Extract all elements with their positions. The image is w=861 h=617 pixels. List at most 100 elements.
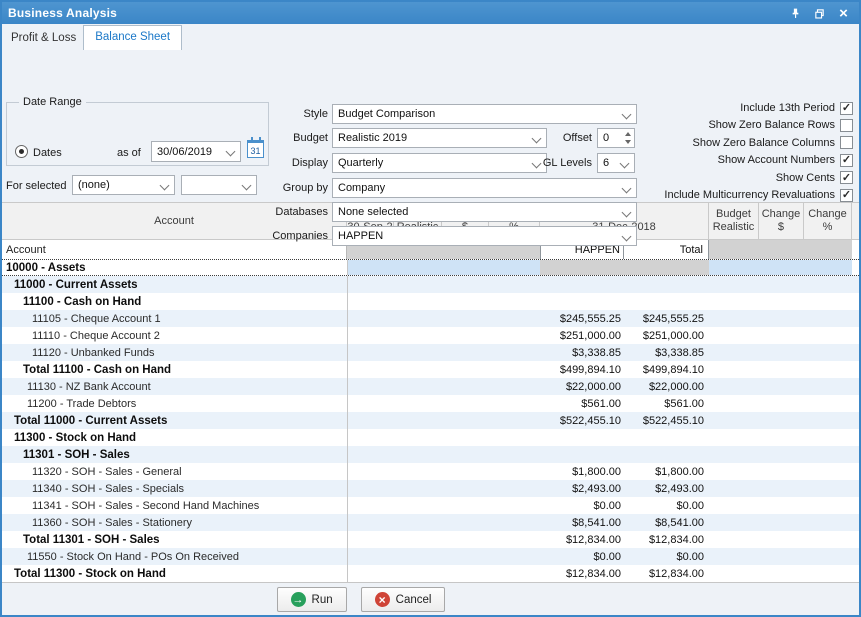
col-budget-realistic-2[interactable]: Budget Realistic <box>709 203 759 240</box>
for-selected-select-2[interactable] <box>181 175 257 195</box>
tab-strip: Profit & Loss Balance Sheet <box>2 24 859 50</box>
option-checkbox-1[interactable] <box>840 119 853 132</box>
happen-value-cell: $8,541.00 <box>540 514 624 531</box>
stepper-arrows-icon[interactable] <box>625 132 631 144</box>
happen-value-cell: $12,834.00 <box>540 565 624 582</box>
total-value-cell <box>624 276 709 293</box>
style-select[interactable]: Budget Comparison <box>332 104 637 124</box>
total-value-cell: $12,834.00 <box>624 565 709 582</box>
row-spacer <box>348 395 540 412</box>
row-spacer <box>709 531 852 548</box>
tab-profit-and-loss[interactable]: Profit & Loss <box>4 27 83 50</box>
chevron-down-icon <box>622 208 632 218</box>
as-of-date-select[interactable]: 30/06/2019 <box>151 141 241 162</box>
grid-row[interactable]: 11200 - Trade Debtors$561.00$561.00 <box>2 395 859 412</box>
row-values <box>347 276 859 293</box>
col-change-pct-2[interactable]: Change % <box>804 203 852 240</box>
row-filler <box>852 344 859 361</box>
option-checkbox-4[interactable] <box>840 171 853 184</box>
group-by-select[interactable]: Company <box>332 178 637 198</box>
grid-row[interactable]: 11300 - Stock on Hand <box>2 429 859 446</box>
grid-row[interactable]: 11341 - SOH - Sales - Second Hand Machin… <box>2 497 859 514</box>
grid-row[interactable]: 11000 - Current Assets <box>2 276 859 293</box>
row-spacer <box>709 327 852 344</box>
grid-row[interactable]: 11301 - SOH - Sales <box>2 446 859 463</box>
grid-row[interactable]: 11110 - Cheque Account 2$251,000.00$251,… <box>2 327 859 344</box>
happen-value-cell <box>540 260 624 275</box>
grid-row[interactable]: 11360 - SOH - Sales - Stationery$8,541.0… <box>2 514 859 531</box>
row-values: $561.00$561.00 <box>347 395 859 412</box>
option-label: Show Zero Balance Rows <box>708 119 835 131</box>
option-checkbox-0[interactable] <box>840 102 853 115</box>
row-values <box>347 446 859 463</box>
grid-row[interactable]: Total 11000 - Current Assets$522,455.10$… <box>2 412 859 429</box>
option-checkbox-2[interactable] <box>840 136 853 149</box>
happen-value-cell: $3,338.85 <box>540 344 624 361</box>
restore-icon[interactable] <box>812 6 827 21</box>
grid-row[interactable]: 11320 - SOH - Sales - General$1,800.00$1… <box>2 463 859 480</box>
grid-row[interactable]: 11120 - Unbanked Funds $3,338.85$3,338.85 <box>2 344 859 361</box>
total-value-cell: $561.00 <box>624 395 709 412</box>
dates-radio-label: Dates <box>33 147 62 159</box>
date-range-label: Date Range <box>19 96 86 108</box>
account-cell: 11110 - Cheque Account 2 <box>2 327 347 344</box>
grid-row[interactable]: 11100 - Cash on Hand <box>2 293 859 310</box>
col-change-dollar-2[interactable]: Change $ <box>759 203 804 240</box>
total-value-cell: $3,338.85 <box>624 344 709 361</box>
grid-row[interactable]: 11550 - Stock On Hand - POs On Received$… <box>2 548 859 565</box>
companies-value: HAPPEN <box>338 230 383 242</box>
display-select[interactable]: Quarterly <box>332 153 547 173</box>
row-filler <box>852 548 859 565</box>
databases-label: Databases <box>248 206 328 218</box>
dates-radio[interactable] <box>15 145 28 158</box>
total-value-cell: $522,455.10 <box>624 412 709 429</box>
option-checkbox-5[interactable] <box>840 189 853 202</box>
account-cell: 11360 - SOH - Sales - Stationery <box>2 514 347 531</box>
happen-value-cell: $499,894.10 <box>540 361 624 378</box>
cancel-button[interactable]: × Cancel <box>361 587 446 612</box>
offset-value: 0 <box>603 132 609 144</box>
grid-row[interactable]: 11130 - NZ Bank Account$22,000.00$22,000… <box>2 378 859 395</box>
row-spacer <box>709 497 852 514</box>
cancel-button-label: Cancel <box>396 594 432 606</box>
row-filler <box>852 327 859 344</box>
row-filler <box>852 293 859 310</box>
row-values: $8,541.00$8,541.00 <box>347 514 859 531</box>
total-value-cell: $12,834.00 <box>624 531 709 548</box>
grid-row[interactable]: Total 11301 - SOH - Sales$12,834.00$12,8… <box>2 531 859 548</box>
row-spacer <box>709 548 852 565</box>
companies-select[interactable]: HAPPEN <box>332 226 637 246</box>
offset-stepper[interactable]: 0 <box>597 128 635 148</box>
row-spacer <box>709 276 852 293</box>
style-label: Style <box>248 108 328 120</box>
databases-value: None selected <box>338 206 408 218</box>
grid-row[interactable]: Total 11300 - Stock on Hand$12,834.00$12… <box>2 565 859 582</box>
for-selected-value-1: (none) <box>78 179 110 191</box>
budget-label: Budget <box>248 132 328 144</box>
databases-select[interactable]: None selected <box>332 202 637 222</box>
grid-row[interactable]: 10000 - Assets <box>2 259 859 276</box>
row-values: $499,894.10$499,894.10 <box>347 361 859 378</box>
pin-icon[interactable] <box>788 6 803 21</box>
chevron-down-icon <box>226 147 236 157</box>
close-icon[interactable]: × <box>836 6 851 21</box>
happen-value-cell: $12,834.00 <box>540 531 624 548</box>
run-button-label: Run <box>312 594 333 606</box>
account-cell: 11300 - Stock on Hand <box>2 429 347 446</box>
run-button[interactable]: → Run <box>277 587 347 612</box>
row-filler <box>852 463 859 480</box>
grid-row[interactable]: 11340 - SOH - Sales - Specials$2,493.00$… <box>2 480 859 497</box>
row-values <box>347 260 859 275</box>
row-spacer <box>348 412 540 429</box>
account-cell: 11000 - Current Assets <box>2 276 347 293</box>
gl-levels-select[interactable]: 6 <box>597 153 635 173</box>
account-cell: 11120 - Unbanked Funds <box>2 344 347 361</box>
budget-select[interactable]: Realistic 2019 <box>332 128 547 148</box>
titlebar[interactable]: Business Analysis × <box>2 2 859 24</box>
option-checkbox-3[interactable] <box>840 154 853 167</box>
tab-balance-sheet[interactable]: Balance Sheet <box>83 25 182 50</box>
for-selected-select-1[interactable]: (none) <box>72 175 175 195</box>
happen-value-cell: $0.00 <box>540 497 624 514</box>
grid-row[interactable]: 11105 - Cheque Account 1$245,555.25$245,… <box>2 310 859 327</box>
grid-row[interactable]: Total 11100 - Cash on Hand$499,894.10$49… <box>2 361 859 378</box>
